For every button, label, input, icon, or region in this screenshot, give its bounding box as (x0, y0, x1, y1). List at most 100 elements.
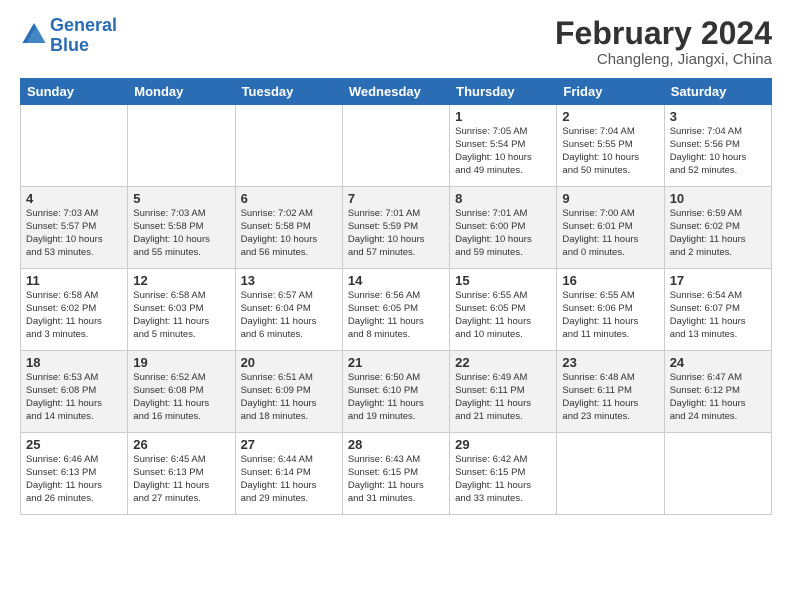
calendar-cell: 9Sunrise: 7:00 AM Sunset: 6:01 PM Daylig… (557, 187, 664, 269)
col-header-friday: Friday (557, 79, 664, 105)
day-number: 8 (455, 191, 551, 206)
day-number: 3 (670, 109, 766, 124)
day-info: Sunrise: 7:04 AM Sunset: 5:55 PM Dayligh… (562, 126, 658, 177)
day-number: 4 (26, 191, 122, 206)
day-info: Sunrise: 6:50 AM Sunset: 6:10 PM Dayligh… (348, 372, 444, 423)
day-number: 10 (670, 191, 766, 206)
col-header-thursday: Thursday (450, 79, 557, 105)
day-number: 13 (241, 273, 337, 288)
day-number: 5 (133, 191, 229, 206)
calendar-week-1: 1Sunrise: 7:05 AM Sunset: 5:54 PM Daylig… (21, 105, 772, 187)
logo-text: General Blue (50, 16, 117, 56)
day-number: 20 (241, 355, 337, 370)
calendar-cell (557, 433, 664, 515)
day-number: 1 (455, 109, 551, 124)
col-header-sunday: Sunday (21, 79, 128, 105)
calendar-cell: 7 Sunrise: 7:01 AM Sunset: 5:59 PM Daylig… (342, 187, 449, 269)
month-title: February 2024 (555, 16, 772, 51)
day-info: Sunrise: 6:51 AM Sunset: 6:09 PM Dayligh… (241, 372, 337, 423)
day-number: 21 (348, 355, 444, 370)
calendar-cell: 29 Sunrise: 6:42 AM Sunset: 6:15 PM Dayli… (450, 433, 557, 515)
calendar-cell: 26 Sunrise: 6:45 AM Sunset: 6:13 PM Dayli… (128, 433, 235, 515)
day-info: Sunrise: 6:46 AM Sunset: 6:13 PM Dayligh… (26, 454, 122, 505)
day-info: Sunrise: 6:42 AM Sunset: 6:15 PM Dayligh… (455, 454, 551, 505)
location-subtitle: Changleng, Jiangxi, China (555, 51, 772, 68)
calendar-cell: 5 Sunrise: 7:03 AM Sunset: 5:58 PM Daylig… (128, 187, 235, 269)
day-info: Sunrise: 6:59 AM Sunset: 6:02 PM Dayligh… (670, 208, 766, 259)
calendar-cell: 27 Sunrise: 6:44 AM Sunset: 6:14 PM Dayli… (235, 433, 342, 515)
page: General Blue February 2024 Changleng, Ji… (0, 0, 792, 612)
day-info: Sunrise: 6:58 AM Sunset: 6:02 PM Dayligh… (26, 290, 122, 341)
calendar-week-5: 25 Sunrise: 6:46 AM Sunset: 6:13 PM Dayli… (21, 433, 772, 515)
day-info: Sunrise: 6:55 AM Sunset: 6:06 PM Dayligh… (562, 290, 658, 341)
day-number: 9 (562, 191, 658, 206)
logo-icon (22, 23, 46, 43)
calendar-cell: 10 Sunrise: 6:59 AM Sunset: 6:02 PM Dayli… (664, 187, 771, 269)
calendar-cell (342, 105, 449, 187)
calendar-cell: 6 Sunrise: 7:02 AM Sunset: 5:58 PM Daylig… (235, 187, 342, 269)
day-number: 26 (133, 437, 229, 452)
day-number: 6 (241, 191, 337, 206)
calendar-cell: 20 Sunrise: 6:51 AM Sunset: 6:09 PM Dayli… (235, 351, 342, 433)
day-number: 27 (241, 437, 337, 452)
day-number: 11 (26, 273, 122, 288)
calendar-week-2: 4Sunrise: 7:03 AM Sunset: 5:57 PM Daylig… (21, 187, 772, 269)
calendar-cell (128, 105, 235, 187)
day-number: 18 (26, 355, 122, 370)
calendar-cell (21, 105, 128, 187)
day-number: 23 (562, 355, 658, 370)
calendar-week-3: 11 Sunrise: 6:58 AM Sunset: 6:02 PM Dayli… (21, 269, 772, 351)
day-info: Sunrise: 7:01 AM Sunset: 6:00 PM Dayligh… (455, 208, 551, 259)
calendar-cell: 28Sunrise: 6:43 AM Sunset: 6:15 PM Dayli… (342, 433, 449, 515)
calendar-cell: 16 Sunrise: 6:55 AM Sunset: 6:06 PM Dayli… (557, 269, 664, 351)
calendar-cell: 1Sunrise: 7:05 AM Sunset: 5:54 PM Daylig… (450, 105, 557, 187)
day-number: 17 (670, 273, 766, 288)
logo-line2: Blue (50, 35, 89, 55)
calendar-cell: 8 Sunrise: 7:01 AM Sunset: 6:00 PM Daylig… (450, 187, 557, 269)
calendar-cell: 22 Sunrise: 6:49 AM Sunset: 6:11 PM Dayli… (450, 351, 557, 433)
day-number: 22 (455, 355, 551, 370)
col-header-saturday: Saturday (664, 79, 771, 105)
calendar-cell: 14Sunrise: 6:56 AM Sunset: 6:05 PM Dayli… (342, 269, 449, 351)
day-info: Sunrise: 6:55 AM Sunset: 6:05 PM Dayligh… (455, 290, 551, 341)
day-info: Sunrise: 6:48 AM Sunset: 6:11 PM Dayligh… (562, 372, 658, 423)
day-number: 2 (562, 109, 658, 124)
day-number: 29 (455, 437, 551, 452)
day-number: 25 (26, 437, 122, 452)
calendar-cell: 2 Sunrise: 7:04 AM Sunset: 5:55 PM Daylig… (557, 105, 664, 187)
calendar-cell: 15 Sunrise: 6:55 AM Sunset: 6:05 PM Dayli… (450, 269, 557, 351)
day-info: Sunrise: 6:52 AM Sunset: 6:08 PM Dayligh… (133, 372, 229, 423)
day-info: Sunrise: 6:49 AM Sunset: 6:11 PM Dayligh… (455, 372, 551, 423)
day-info: Sunrise: 6:44 AM Sunset: 6:14 PM Dayligh… (241, 454, 337, 505)
calendar-cell: 4Sunrise: 7:03 AM Sunset: 5:57 PM Daylig… (21, 187, 128, 269)
logo: General Blue (20, 16, 117, 56)
day-number: 16 (562, 273, 658, 288)
day-number: 14 (348, 273, 444, 288)
day-info: Sunrise: 6:53 AM Sunset: 6:08 PM Dayligh… (26, 372, 122, 423)
col-header-monday: Monday (128, 79, 235, 105)
calendar-cell: 17Sunrise: 6:54 AM Sunset: 6:07 PM Dayli… (664, 269, 771, 351)
day-number: 7 (348, 191, 444, 206)
calendar-cell: 25 Sunrise: 6:46 AM Sunset: 6:13 PM Dayli… (21, 433, 128, 515)
calendar-cell: 13 Sunrise: 6:57 AM Sunset: 6:04 PM Dayli… (235, 269, 342, 351)
day-number: 15 (455, 273, 551, 288)
calendar-header-row: SundayMondayTuesdayWednesdayThursdayFrid… (21, 79, 772, 105)
header: General Blue February 2024 Changleng, Ji… (20, 16, 772, 68)
title-block: February 2024 Changleng, Jiangxi, China (555, 16, 772, 68)
calendar-cell: 23 Sunrise: 6:48 AM Sunset: 6:11 PM Dayli… (557, 351, 664, 433)
day-info: Sunrise: 6:57 AM Sunset: 6:04 PM Dayligh… (241, 290, 337, 341)
calendar-cell: 11 Sunrise: 6:58 AM Sunset: 6:02 PM Dayli… (21, 269, 128, 351)
day-info: Sunrise: 7:01 AM Sunset: 5:59 PM Dayligh… (348, 208, 444, 259)
calendar-cell: 21 Sunrise: 6:50 AM Sunset: 6:10 PM Dayli… (342, 351, 449, 433)
day-info: Sunrise: 7:03 AM Sunset: 5:58 PM Dayligh… (133, 208, 229, 259)
col-header-wednesday: Wednesday (342, 79, 449, 105)
calendar-cell: 3Sunrise: 7:04 AM Sunset: 5:56 PM Daylig… (664, 105, 771, 187)
col-header-tuesday: Tuesday (235, 79, 342, 105)
day-info: Sunrise: 7:02 AM Sunset: 5:58 PM Dayligh… (241, 208, 337, 259)
logo-line1: General (50, 15, 117, 35)
day-number: 19 (133, 355, 229, 370)
day-info: Sunrise: 6:45 AM Sunset: 6:13 PM Dayligh… (133, 454, 229, 505)
day-info: Sunrise: 6:43 AM Sunset: 6:15 PM Dayligh… (348, 454, 444, 505)
calendar-table: SundayMondayTuesdayWednesdayThursdayFrid… (20, 78, 772, 515)
calendar-cell: 12Sunrise: 6:58 AM Sunset: 6:03 PM Dayli… (128, 269, 235, 351)
